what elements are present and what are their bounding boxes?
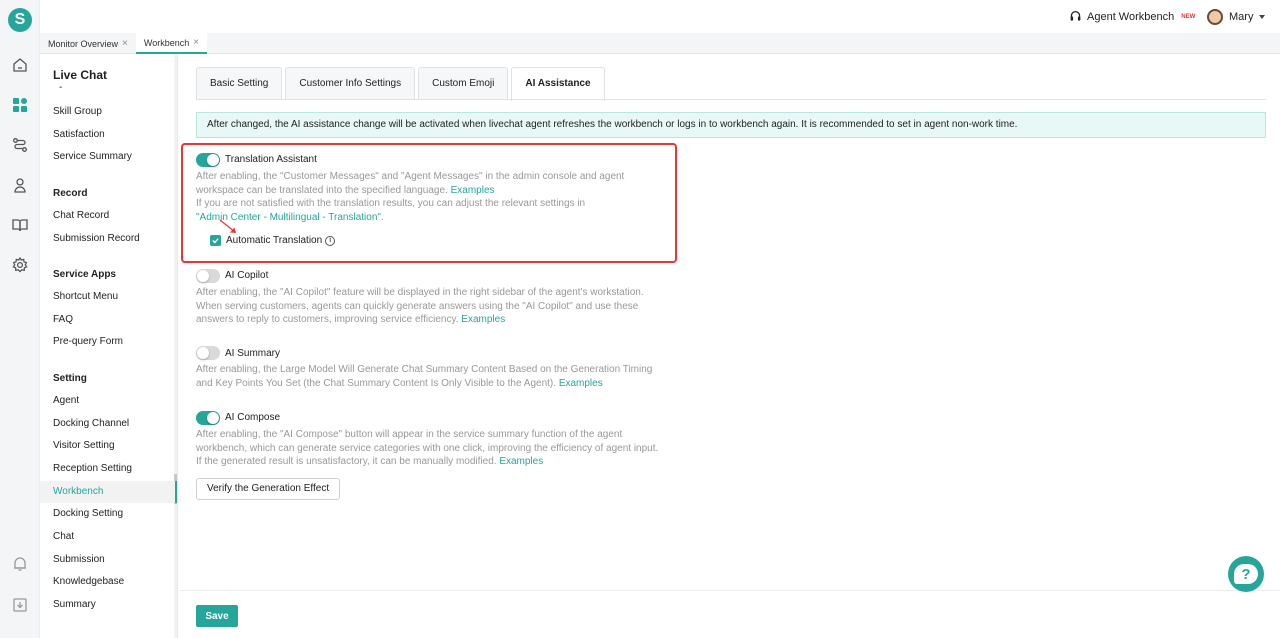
desc-line: workbench, which can generate service ca… (196, 442, 659, 454)
menu-item-satisfaction[interactable]: Satisfaction (40, 124, 176, 146)
automatic-translation-text: Automatic Translation (226, 235, 323, 246)
desc-line: and Key Points You Set (the Chat Summary… (196, 377, 557, 389)
apps-icon[interactable] (11, 96, 29, 114)
headset-icon (1070, 10, 1081, 21)
menu-item-reception-setting[interactable]: Reception Setting (40, 458, 176, 480)
automatic-translation-label: Automatic Translation i (226, 235, 336, 246)
menu-item-docking-setting[interactable]: Docking Setting (40, 503, 176, 525)
menu-item-faq[interactable]: FAQ (40, 309, 176, 331)
menu-item-pre-query-form[interactable]: Pre-query Form (40, 331, 176, 353)
chevron-down-icon (1259, 15, 1266, 19)
tab-custom-emoji[interactable]: Custom Emoji (418, 67, 509, 100)
desc-line: After enabling, the "AI Copilot" feature… (196, 287, 644, 298)
desc-period: . (380, 211, 384, 223)
new-badge: NEW (1181, 13, 1196, 20)
desc-line: After enabling, the "AI Compose" button … (196, 429, 623, 440)
tab-basic-setting[interactable]: Basic Setting (196, 67, 283, 100)
summary-examples-link[interactable]: Examples (559, 378, 603, 389)
settings-tabs: Basic Setting Customer Info Settings Cus… (196, 67, 605, 101)
page-tab-label: Monitor Overview (48, 38, 119, 49)
desc-line: If you are not satisfied with the transl… (196, 198, 586, 209)
menu-item-submission-record[interactable]: Submission Record (40, 228, 176, 250)
translation-assistant-desc: After enabling, the "Customer Messages" … (196, 170, 666, 224)
close-icon[interactable]: × (122, 38, 128, 49)
page-tab-bar: Monitor Overview × Workbench × (40, 33, 1280, 54)
page-tab-label: Workbench (143, 37, 190, 48)
ai-summary-title: AI Summary (225, 348, 281, 359)
translation-assistant-toggle[interactable] (196, 153, 220, 167)
save-button[interactable]: Save (196, 605, 238, 627)
translation-assistant-title: Translation Assistant (225, 154, 317, 165)
verify-generation-effect-button[interactable]: Verify the Generation Effect (196, 478, 341, 500)
user-name: Mary (1229, 11, 1254, 23)
download-icon[interactable] (11, 596, 29, 614)
ai-summary-desc: After enabling, the Large Model Will Gen… (196, 363, 666, 390)
ai-compose-desc: After enabling, the "AI Compose" button … (196, 428, 676, 469)
pointer-arrow-icon (219, 219, 236, 233)
book-icon[interactable] (11, 216, 29, 234)
app-logo[interactable]: S (8, 8, 32, 32)
page-tab-monitor-overview[interactable]: Monitor Overview × (40, 33, 136, 54)
menu-section-live-chat: Live Chat (53, 68, 108, 82)
home-icon[interactable] (11, 56, 29, 74)
tab-ai-assistance[interactable]: AI Assistance (511, 67, 605, 101)
menu-item-workbench[interactable]: Workbench (40, 481, 177, 503)
menu-section-record: Record (53, 188, 88, 199)
menu-item-docking-channel[interactable]: Docking Channel (40, 413, 176, 435)
side-menu: Live Chat - Skill Group Satisfaction Ser… (40, 54, 178, 638)
compose-examples-link[interactable]: Examples (499, 456, 543, 467)
menu-item-skill-group[interactable]: Skill Group (40, 101, 176, 123)
icon-rail: S (0, 0, 40, 638)
footer-bar: Save (180, 590, 1280, 638)
tab-divider (196, 99, 1266, 100)
desc-line: workspace can be translated into the spe… (196, 184, 448, 196)
avatar (1207, 9, 1223, 25)
translation-examples-link[interactable]: Examples (451, 185, 495, 196)
automatic-translation-checkbox[interactable] (210, 235, 221, 246)
ai-copilot-toggle[interactable] (196, 269, 220, 283)
menu-dash: - (59, 82, 63, 93)
ai-compose-title: AI Compose (225, 412, 281, 423)
check-icon (212, 238, 219, 244)
copilot-examples-link[interactable]: Examples (461, 314, 505, 325)
menu-section-service-apps: Service Apps (53, 269, 116, 280)
contacts-icon[interactable] (11, 176, 29, 194)
desc-line: answers to reply to customers, improving… (196, 314, 459, 325)
gear-icon[interactable] (11, 256, 29, 274)
tab-customer-info-settings[interactable]: Customer Info Settings (285, 67, 416, 100)
page-tab-workbench[interactable]: Workbench × (135, 33, 208, 54)
agent-workbench-label: Agent Workbench (1087, 10, 1175, 23)
agent-workbench-link[interactable]: Agent Workbench NEW (1069, 10, 1195, 23)
main-content: Basic Setting Customer Info Settings Cus… (180, 54, 1280, 638)
menu-item-chat[interactable]: Chat (40, 526, 176, 548)
menu-item-submission[interactable]: Submission (40, 549, 176, 571)
desc-line: If the generated result is unsatisfactor… (196, 456, 497, 467)
info-icon[interactable]: i (325, 235, 336, 246)
ai-summary-toggle[interactable] (196, 346, 220, 360)
ai-copilot-desc: After enabling, the "AI Copilot" feature… (196, 286, 666, 327)
ai-copilot-title: AI Copilot (225, 270, 269, 281)
bell-icon[interactable] (11, 555, 29, 573)
menu-item-summary[interactable]: Summary (40, 594, 176, 616)
desc-line: After enabling, the "Customer Messages" … (196, 171, 625, 182)
user-menu[interactable]: Mary (1207, 9, 1266, 25)
menu-item-chat-record[interactable]: Chat Record (40, 205, 176, 227)
notice-banner: After changed, the AI assistance change … (196, 112, 1266, 138)
menu-item-knowledgebase[interactable]: Knowledgebase (40, 571, 176, 593)
menu-item-shortcut-menu[interactable]: Shortcut Menu (40, 286, 176, 308)
help-icon: ? (1234, 564, 1258, 584)
close-icon[interactable]: × (193, 37, 199, 48)
menu-section-setting: Setting (53, 373, 87, 384)
desc-line: After enabling, the Large Model Will Gen… (196, 364, 653, 375)
routing-icon[interactable] (11, 136, 29, 154)
menu-item-service-summary[interactable]: Service Summary (40, 146, 176, 168)
desc-line: When serving customers, agents can quick… (196, 300, 639, 312)
menu-item-visitor-setting[interactable]: Visitor Setting (40, 435, 176, 457)
ai-compose-toggle[interactable] (196, 411, 220, 425)
top-bar: Agent Workbench NEW Mary (40, 0, 1280, 33)
menu-item-agent[interactable]: Agent (40, 390, 176, 412)
help-chat-button[interactable]: ? (1228, 556, 1264, 592)
